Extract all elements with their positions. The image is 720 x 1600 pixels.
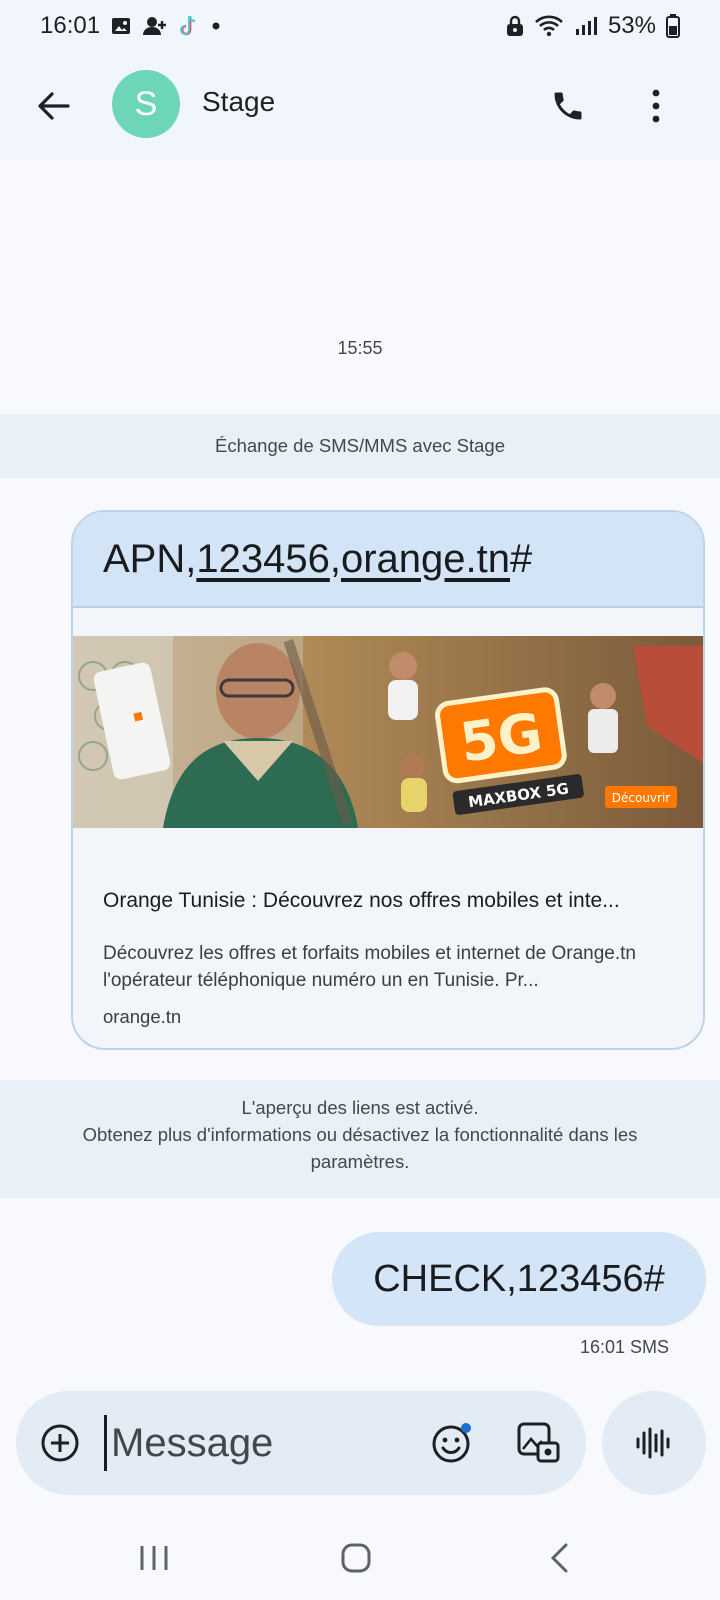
avatar[interactable]: S: [112, 70, 180, 138]
arrow-back-icon: [38, 92, 70, 120]
phone-icon: [554, 92, 582, 120]
msg-link-domain[interactable]: orange.tn: [341, 537, 510, 582]
system-navigation-bar: [0, 1510, 720, 1600]
chevron-left-icon: [550, 1543, 568, 1573]
recent-apps-button[interactable]: [138, 1544, 170, 1577]
recent-apps-icon: [140, 1546, 168, 1570]
attach-button[interactable]: [40, 1423, 80, 1463]
conversation-app-bar: S Stage: [0, 52, 720, 160]
lock-icon: [506, 15, 524, 37]
msg-part-hash: #: [510, 536, 533, 581]
gallery-icon: [517, 1422, 560, 1463]
link-preview-domain: orange.tn: [103, 1006, 182, 1027]
banner-5g-text: 5G: [456, 701, 546, 775]
home-icon: [341, 1543, 371, 1573]
battery-icon: [666, 14, 680, 38]
status-left: 16:01: [40, 12, 222, 40]
link-preview-notice-line1: L'aperçu des liens est activé.: [241, 1097, 479, 1118]
more-notifications-dot-icon: [210, 20, 222, 32]
add-circle-icon: [41, 1424, 79, 1462]
system-back-button[interactable]: [548, 1542, 570, 1579]
conversation-timestamp: 15:55: [337, 338, 383, 358]
msg-part-comma: ,: [329, 536, 341, 581]
voice-message-button[interactable]: [602, 1391, 706, 1495]
back-button[interactable]: [30, 82, 78, 130]
msg-part-apn: APN,: [103, 536, 197, 581]
gallery-button[interactable]: [514, 1419, 562, 1467]
message-input[interactable]: [104, 1415, 374, 1471]
sent-message-meta: 16:01 SMS: [580, 1337, 670, 1357]
more-vert-icon: [652, 89, 660, 123]
voice-waveform-icon: [636, 1427, 670, 1459]
call-button[interactable]: [544, 82, 592, 130]
emoji-icon: [432, 1423, 471, 1463]
link-preview-description: Découvrez les offres et forfaits mobiles…: [103, 943, 636, 991]
exchange-notice: Échange de SMS/MMS avec Stage: [0, 414, 720, 478]
more-options-button[interactable]: [632, 82, 680, 130]
home-button[interactable]: [340, 1542, 372, 1579]
wifi-icon: [534, 15, 564, 37]
emoji-button[interactable]: [430, 1421, 474, 1465]
received-message-text: APN, 123456, orange.tn #: [73, 512, 703, 608]
contact-name[interactable]: Stage: [202, 86, 275, 118]
status-time: 16:01: [40, 12, 101, 39]
orange-5g-banner-image: 5G MAXBOX 5G Découvrir: [73, 636, 703, 828]
link-preview-notice[interactable]: L'aperçu des liens est activé. Obtenez p…: [0, 1080, 720, 1198]
link-preview-notice-line3: paramètres.: [310, 1151, 410, 1172]
msg-link-number[interactable]: 123456: [196, 537, 329, 582]
received-message-card[interactable]: APN, 123456, orange.tn # 5G MAXBOX 5G Dé…: [71, 510, 705, 1050]
signal-icon: [574, 15, 598, 37]
status-bar: 16:01 53%: [0, 0, 720, 52]
contact-add-notification-icon: [142, 15, 168, 37]
status-right: 53%: [506, 12, 680, 40]
sent-message-bubble[interactable]: CHECK,123456#: [332, 1232, 706, 1326]
battery-percent: 53%: [607, 12, 656, 39]
link-preview-image[interactable]: 5G MAXBOX 5G Découvrir: [73, 636, 703, 828]
banner-discover-button-text: Découvrir: [612, 791, 671, 805]
tiktok-notification-icon: [178, 14, 200, 38]
link-preview-title[interactable]: Orange Tunisie : Découvrez nos offres mo…: [103, 889, 683, 913]
link-preview-notice-line2: Obtenez plus d'informations ou désactive…: [82, 1124, 638, 1145]
message-composer: [16, 1391, 586, 1495]
gallery-notification-icon: [110, 15, 132, 37]
